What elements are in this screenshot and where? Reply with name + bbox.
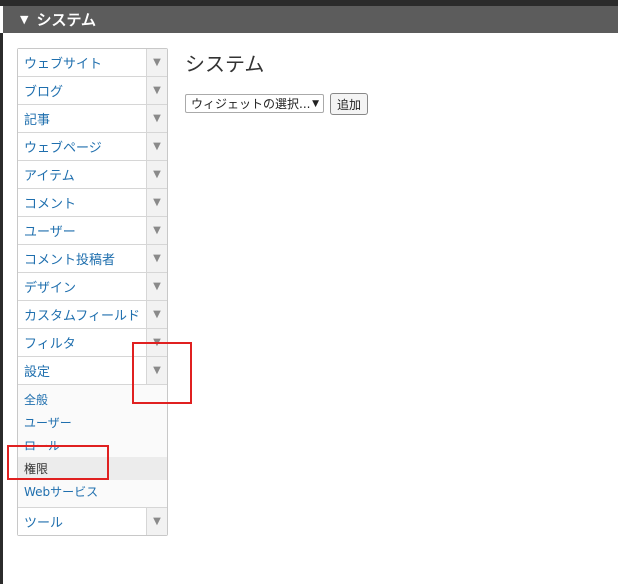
menu-item-label[interactable]: 設定	[18, 357, 146, 384]
triangle-down-icon[interactable]: ▼	[146, 105, 167, 132]
section-header[interactable]: ▼ システム	[3, 6, 618, 33]
menu-item-users[interactable]: ユーザー ▼	[18, 217, 167, 245]
menu-item-webpages[interactable]: ウェブページ ▼	[18, 133, 167, 161]
menu-item-label[interactable]: カスタムフィールド	[18, 301, 146, 328]
menu-item-label[interactable]: アイテム	[18, 161, 146, 188]
menu-item-design[interactable]: デザイン ▼	[18, 273, 167, 301]
menu-item-label[interactable]: ウェブページ	[18, 133, 146, 160]
highlight-box-permissions	[7, 445, 109, 480]
page-title: システム	[185, 52, 265, 76]
menu-item-tools[interactable]: ツール ▼	[18, 508, 167, 535]
triangle-down-icon[interactable]: ▼	[146, 217, 167, 244]
triangle-down-icon[interactable]: ▼	[146, 133, 167, 160]
triangle-down-icon[interactable]: ▼	[146, 245, 167, 272]
triangle-down-icon[interactable]: ▼	[146, 49, 167, 76]
menu-item-blog[interactable]: ブログ ▼	[18, 77, 167, 105]
section-title: システム	[36, 11, 97, 29]
menu-item-label[interactable]: コメント	[18, 189, 146, 216]
menu-item-label[interactable]: 記事	[18, 105, 146, 132]
menu-item-label[interactable]: フィルタ	[18, 329, 146, 356]
widget-select-value: ウィジェットの選択...	[191, 97, 311, 111]
menu-item-label[interactable]: デザイン	[18, 273, 146, 300]
triangle-down-icon[interactable]: ▼	[20, 13, 28, 26]
menu-item-custom-fields[interactable]: カスタムフィールド ▼	[18, 301, 167, 329]
menu-item-label[interactable]: ツール	[18, 508, 146, 535]
left-edge	[0, 33, 3, 584]
triangle-down-icon[interactable]: ▼	[146, 77, 167, 104]
widget-select[interactable]: ウィジェットの選択... ▼	[185, 94, 324, 113]
submenu-item-web-services[interactable]: Webサービス	[18, 480, 167, 503]
menu-item-label[interactable]: コメント投稿者	[18, 245, 146, 272]
triangle-down-icon[interactable]: ▼	[146, 189, 167, 216]
menu-item-entries[interactable]: 記事 ▼	[18, 105, 167, 133]
add-button[interactable]: 追加	[330, 93, 368, 115]
menu-item-items[interactable]: アイテム ▼	[18, 161, 167, 189]
submenu-item-users[interactable]: ユーザー	[18, 411, 167, 434]
menu-item-label[interactable]: ブログ	[18, 77, 146, 104]
menu-item-comments[interactable]: コメント ▼	[18, 189, 167, 217]
triangle-down-icon[interactable]: ▼	[146, 273, 167, 300]
menu-item-label[interactable]: ユーザー	[18, 217, 146, 244]
triangle-down-icon[interactable]: ▼	[146, 508, 167, 535]
highlight-box-arrow	[132, 342, 192, 404]
menu-item-label[interactable]: ウェブサイト	[18, 49, 146, 76]
triangle-down-icon[interactable]: ▼	[146, 301, 167, 328]
chevron-down-icon: ▼	[312, 98, 319, 109]
menu-item-website[interactable]: ウェブサイト ▼	[18, 49, 167, 77]
triangle-down-icon[interactable]: ▼	[146, 161, 167, 188]
menu-item-commenters[interactable]: コメント投稿者 ▼	[18, 245, 167, 273]
